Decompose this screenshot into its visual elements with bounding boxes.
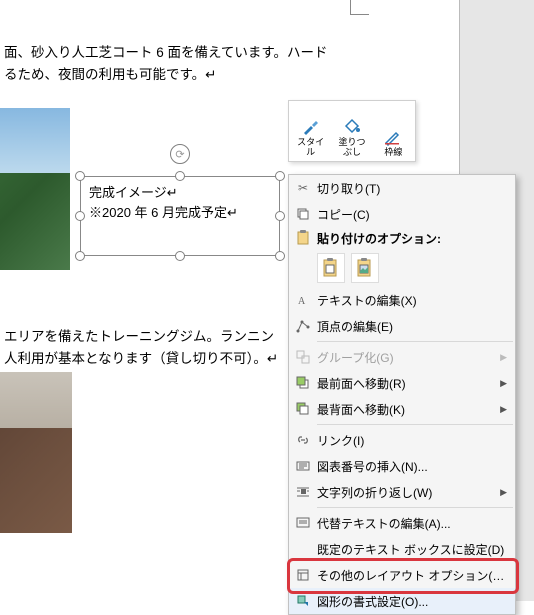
edit-points-icon	[289, 319, 317, 333]
style-label: スタイ ル	[297, 138, 324, 157]
menu-format-shape[interactable]: 図形の書式設定(O)...	[289, 588, 515, 614]
menu-label: 最前面へ移動(R)	[317, 375, 496, 392]
scissors-icon: ✂	[289, 181, 317, 195]
resize-handle[interactable]	[175, 251, 185, 261]
clipboard-icon	[289, 230, 317, 246]
menu-label: グループ化(G)	[317, 349, 496, 366]
menu-divider	[317, 424, 513, 425]
selected-textbox[interactable]: 完成イメージ↵ ※2020 年 6 月完成予定↵ ⟳	[80, 176, 280, 256]
menu-send-back[interactable]: 最背面へ移動(K) ▶	[289, 396, 515, 422]
pen-icon	[383, 124, 403, 148]
layout-icon	[289, 568, 317, 582]
menu-copy[interactable]: コピー(C)	[289, 201, 515, 227]
paste-option-picture[interactable]	[351, 253, 379, 283]
body-text-line: るため、夜間の利用も可能です。↵	[4, 64, 216, 87]
inline-image-tennis	[0, 108, 70, 270]
edit-text-icon: A	[289, 293, 317, 307]
context-menu: ✂ 切り取り(T) コピー(C) 貼り付けのオプション: A	[288, 174, 516, 615]
paste-option-keep[interactable]	[317, 253, 345, 283]
format-shape-icon	[289, 594, 317, 608]
menu-paste-header: 貼り付けのオプション:	[289, 227, 515, 249]
textbox-line: 完成イメージ↵	[89, 183, 271, 203]
resize-handle[interactable]	[75, 211, 85, 221]
alt-text-icon	[289, 516, 317, 530]
link-icon	[289, 433, 317, 447]
rotate-handle[interactable]: ⟳	[170, 144, 190, 164]
menu-label: 頂点の編集(E)	[317, 318, 507, 335]
menu-edit-text[interactable]: A テキストの編集(X)	[289, 287, 515, 313]
copy-icon	[289, 207, 317, 221]
chevron-right-icon: ▶	[500, 378, 507, 389]
resize-handle[interactable]	[275, 251, 285, 261]
menu-label: コピー(C)	[317, 206, 507, 223]
resize-handle[interactable]	[75, 251, 85, 261]
menu-default-textbox[interactable]: 既定のテキスト ボックスに設定(D)	[289, 536, 515, 562]
document-page: 面、砂入り人工芝コート 6 面を備えています。ハード るため、夜間の利用も可能で…	[0, 0, 534, 601]
resize-handle[interactable]	[175, 171, 185, 181]
menu-cut[interactable]: ✂ 切り取り(T)	[289, 175, 515, 201]
menu-label: リンク(I)	[317, 432, 507, 449]
caption-icon	[289, 459, 317, 473]
menu-alt-text[interactable]: 代替テキストの編集(A)...	[289, 510, 515, 536]
menu-link[interactable]: リンク(I)	[289, 427, 515, 453]
resize-handle[interactable]	[275, 171, 285, 181]
fill-button[interactable]: 塗りつ ぶし	[332, 103, 371, 159]
menu-label: 代替テキストの編集(A)...	[317, 515, 507, 532]
menu-edit-points[interactable]: 頂点の編集(E)	[289, 313, 515, 339]
paste-options-row	[289, 249, 515, 287]
chevron-right-icon: ▶	[500, 404, 507, 415]
chevron-right-icon: ▶	[500, 352, 507, 363]
outline-button[interactable]: 枠線	[374, 103, 413, 159]
menu-label: 切り取り(T)	[317, 180, 507, 197]
ruler-mark	[350, 0, 369, 15]
bucket-icon	[342, 114, 362, 138]
paintbrush-icon	[301, 114, 321, 138]
fill-label: 塗りつ ぶし	[338, 138, 365, 157]
menu-label: 最背面へ移動(K)	[317, 401, 496, 418]
textbox-line: ※2020 年 6 月完成予定↵	[89, 203, 271, 223]
menu-label: 文字列の折り返し(W)	[317, 484, 496, 501]
menu-divider	[317, 341, 513, 342]
menu-group: グループ化(G) ▶	[289, 344, 515, 370]
menu-label: 貼り付けのオプション:	[317, 230, 507, 247]
inline-image-gym	[0, 372, 72, 533]
resize-handle[interactable]	[275, 211, 285, 221]
menu-divider	[317, 507, 513, 508]
menu-label: その他のレイアウト オプション(L)...	[317, 567, 507, 584]
body-text-line: 面、砂入り人工芝コート 6 面を備えています。ハード	[4, 42, 327, 65]
outline-label: 枠線	[384, 148, 402, 157]
group-icon	[289, 350, 317, 364]
chevron-right-icon: ▶	[500, 487, 507, 498]
menu-bring-front[interactable]: 最前面へ移動(R) ▶	[289, 370, 515, 396]
svg-text:A: A	[298, 296, 306, 307]
send-back-icon	[289, 402, 317, 416]
style-button[interactable]: スタイ ル	[291, 103, 330, 159]
textbox-content[interactable]: 完成イメージ↵ ※2020 年 6 月完成予定↵	[80, 176, 280, 256]
wrap-icon	[289, 485, 317, 499]
bring-front-icon	[289, 376, 317, 390]
menu-caption[interactable]: 図表番号の挿入(N)...	[289, 453, 515, 479]
menu-label: 図表番号の挿入(N)...	[317, 458, 507, 475]
menu-label: テキストの編集(X)	[317, 292, 507, 309]
body-text-line: 人利用が基本となります（貸し切り不可）。↵	[4, 348, 278, 371]
menu-wrap[interactable]: 文字列の折り返し(W) ▶	[289, 479, 515, 505]
mini-toolbar: スタイ ル 塗りつ ぶし 枠線	[288, 100, 416, 162]
menu-label: 図形の書式設定(O)...	[317, 593, 507, 610]
body-text-line: エリアを備えたトレーニングジム。ランニン	[4, 326, 274, 349]
menu-label: 既定のテキスト ボックスに設定(D)	[317, 541, 507, 558]
menu-more-layout[interactable]: その他のレイアウト オプション(L)...	[289, 562, 515, 588]
resize-handle[interactable]	[75, 171, 85, 181]
